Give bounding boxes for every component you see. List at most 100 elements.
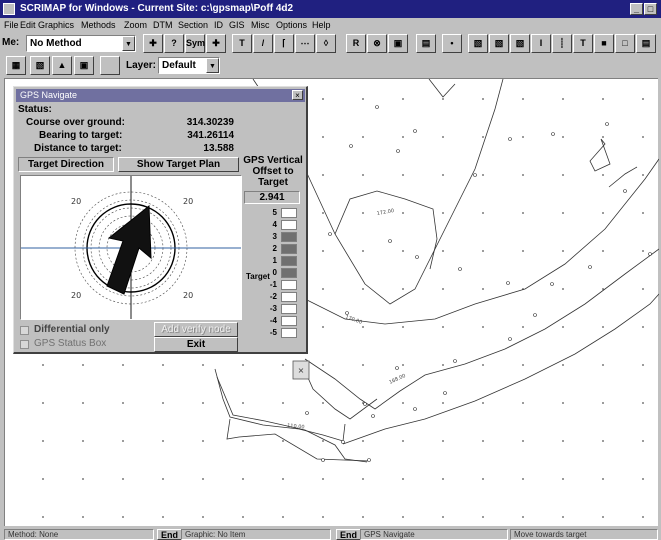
menu-options[interactable]: Options [276,20,307,30]
differential-checkbox[interactable] [20,326,29,335]
selected-node-marker[interactable]: × [292,360,310,380]
redraw-button[interactable]: R [346,34,366,53]
grid-dot [482,98,484,100]
gauge-row-label: -3 [269,304,277,313]
layers-button[interactable]: ▦ [6,56,26,75]
insert-point-button[interactable]: ✚ [206,34,226,53]
grid-dot [122,440,124,442]
menu-dtm[interactable]: DTM [153,20,173,30]
chevron-down-icon[interactable]: ▼ [206,58,219,73]
status-end-1[interactable]: End [157,529,182,540]
gauge-row-label: 2 [272,244,277,253]
chevron-down-icon[interactable]: ▼ [122,36,135,51]
add-verify-node-button[interactable]: Add verify node [154,322,238,337]
grid-dot [522,250,524,252]
survey-tool-4-button[interactable]: I [531,34,551,53]
grid-dot [522,136,524,138]
app-icon[interactable] [3,3,15,15]
show-target-plan-button[interactable]: Show Target Plan [118,157,239,172]
exit-button[interactable]: Exit [154,337,238,352]
menu-file[interactable]: File [4,20,19,30]
svg-text:110.00: 110.00 [287,423,305,431]
vertical-offset-value: 2.941 [244,191,300,204]
grid-dot [482,136,484,138]
grid-dot [362,136,364,138]
site-button[interactable]: ▲ [52,56,72,75]
grid-dot [602,98,604,100]
gauge-row-label: -5 [269,328,277,337]
layer-label: Layer: [126,60,157,71]
text-tool-button[interactable]: T [232,34,252,53]
menu-misc[interactable]: Misc [251,20,270,30]
gauge-row-label: 5 [272,208,277,217]
grid-dot [242,440,244,442]
point-button[interactable]: • [442,34,462,53]
grid-dot [522,402,524,404]
status-box-checkbox[interactable] [20,340,29,349]
grid-dot [522,326,524,328]
close-icon[interactable]: × [292,90,303,100]
menu-graphics[interactable]: Graphics [38,20,74,30]
line-tool-button[interactable]: / [253,34,273,53]
grid-dot [122,516,124,518]
layer-select[interactable]: Default ▼ [158,57,220,74]
grid-dot [322,364,324,366]
gauge-target-label: Target [246,272,270,281]
survey-tool-9-button[interactable]: ▤ [636,34,656,53]
blank-button[interactable] [100,56,120,75]
menu-gis[interactable]: GIS [229,20,245,30]
zoom-all-button[interactable]: ▣ [388,34,408,53]
menu-id[interactable]: ID [214,20,223,30]
grid-dot [322,326,324,328]
gauge-row-label: -4 [269,316,277,325]
query-point-button[interactable]: ? [164,34,184,53]
survey-tool-6-button[interactable]: T [573,34,593,53]
symbol-button[interactable]: Sym [185,34,205,53]
grid-dot [162,364,164,366]
grid-dot [442,174,444,176]
survey-tool-5-button[interactable]: ┊ [552,34,572,53]
minimize-button[interactable]: _ [630,3,643,15]
menu-section[interactable]: Section [178,20,208,30]
polyline-tool-button[interactable]: ⌈ [274,34,294,53]
zoom-window-button[interactable]: ⊗ [367,34,387,53]
menu-edit[interactable]: Edit [20,20,36,30]
print-button[interactable]: ▣ [74,56,94,75]
grid-dot [642,174,644,176]
survey-tool-1-button[interactable]: ▧ [468,34,488,53]
move-point-button[interactable]: ✚ [143,34,163,53]
fill-tool-button[interactable]: ◊ [316,34,336,53]
target-direction-button[interactable]: Target Direction [18,157,114,172]
maximize-button[interactable]: □ [644,3,657,15]
grid-dot [282,440,284,442]
status-end-2[interactable]: End [336,529,361,540]
grid-dot [442,212,444,214]
survey-tool-7-button[interactable]: ■ [594,34,614,53]
grid-dot [82,402,84,404]
database-button[interactable]: ▧ [30,56,50,75]
menu-zoom[interactable]: Zoom [124,20,147,30]
grid-dot [562,516,564,518]
grid-dot [322,478,324,480]
grid-dot [322,402,324,404]
survey-tool-2-button[interactable]: ▧ [489,34,509,53]
vertical-offset-title: GPS Vertical Offset to Target [243,155,303,188]
grid-dot [202,402,204,404]
grid-dot [362,288,364,290]
grid-dot [442,478,444,480]
grid-button[interactable]: ▤ [416,34,436,53]
grid-dot [482,288,484,290]
grid-dot [562,402,564,404]
grid-dot [522,440,524,442]
menu-methods[interactable]: Methods [81,20,116,30]
grid-dot [322,212,324,214]
dotted-line-button[interactable]: ⋯ [295,34,315,53]
survey-tool-3-button[interactable]: ▧ [510,34,530,53]
grid-dot [362,98,364,100]
grid-dot [122,478,124,480]
grid-dot [242,478,244,480]
method-select[interactable]: No Method ▼ [26,35,136,52]
survey-tool-8-button[interactable]: □ [615,34,635,53]
grid-dot [522,478,524,480]
menu-help[interactable]: Help [312,20,331,30]
